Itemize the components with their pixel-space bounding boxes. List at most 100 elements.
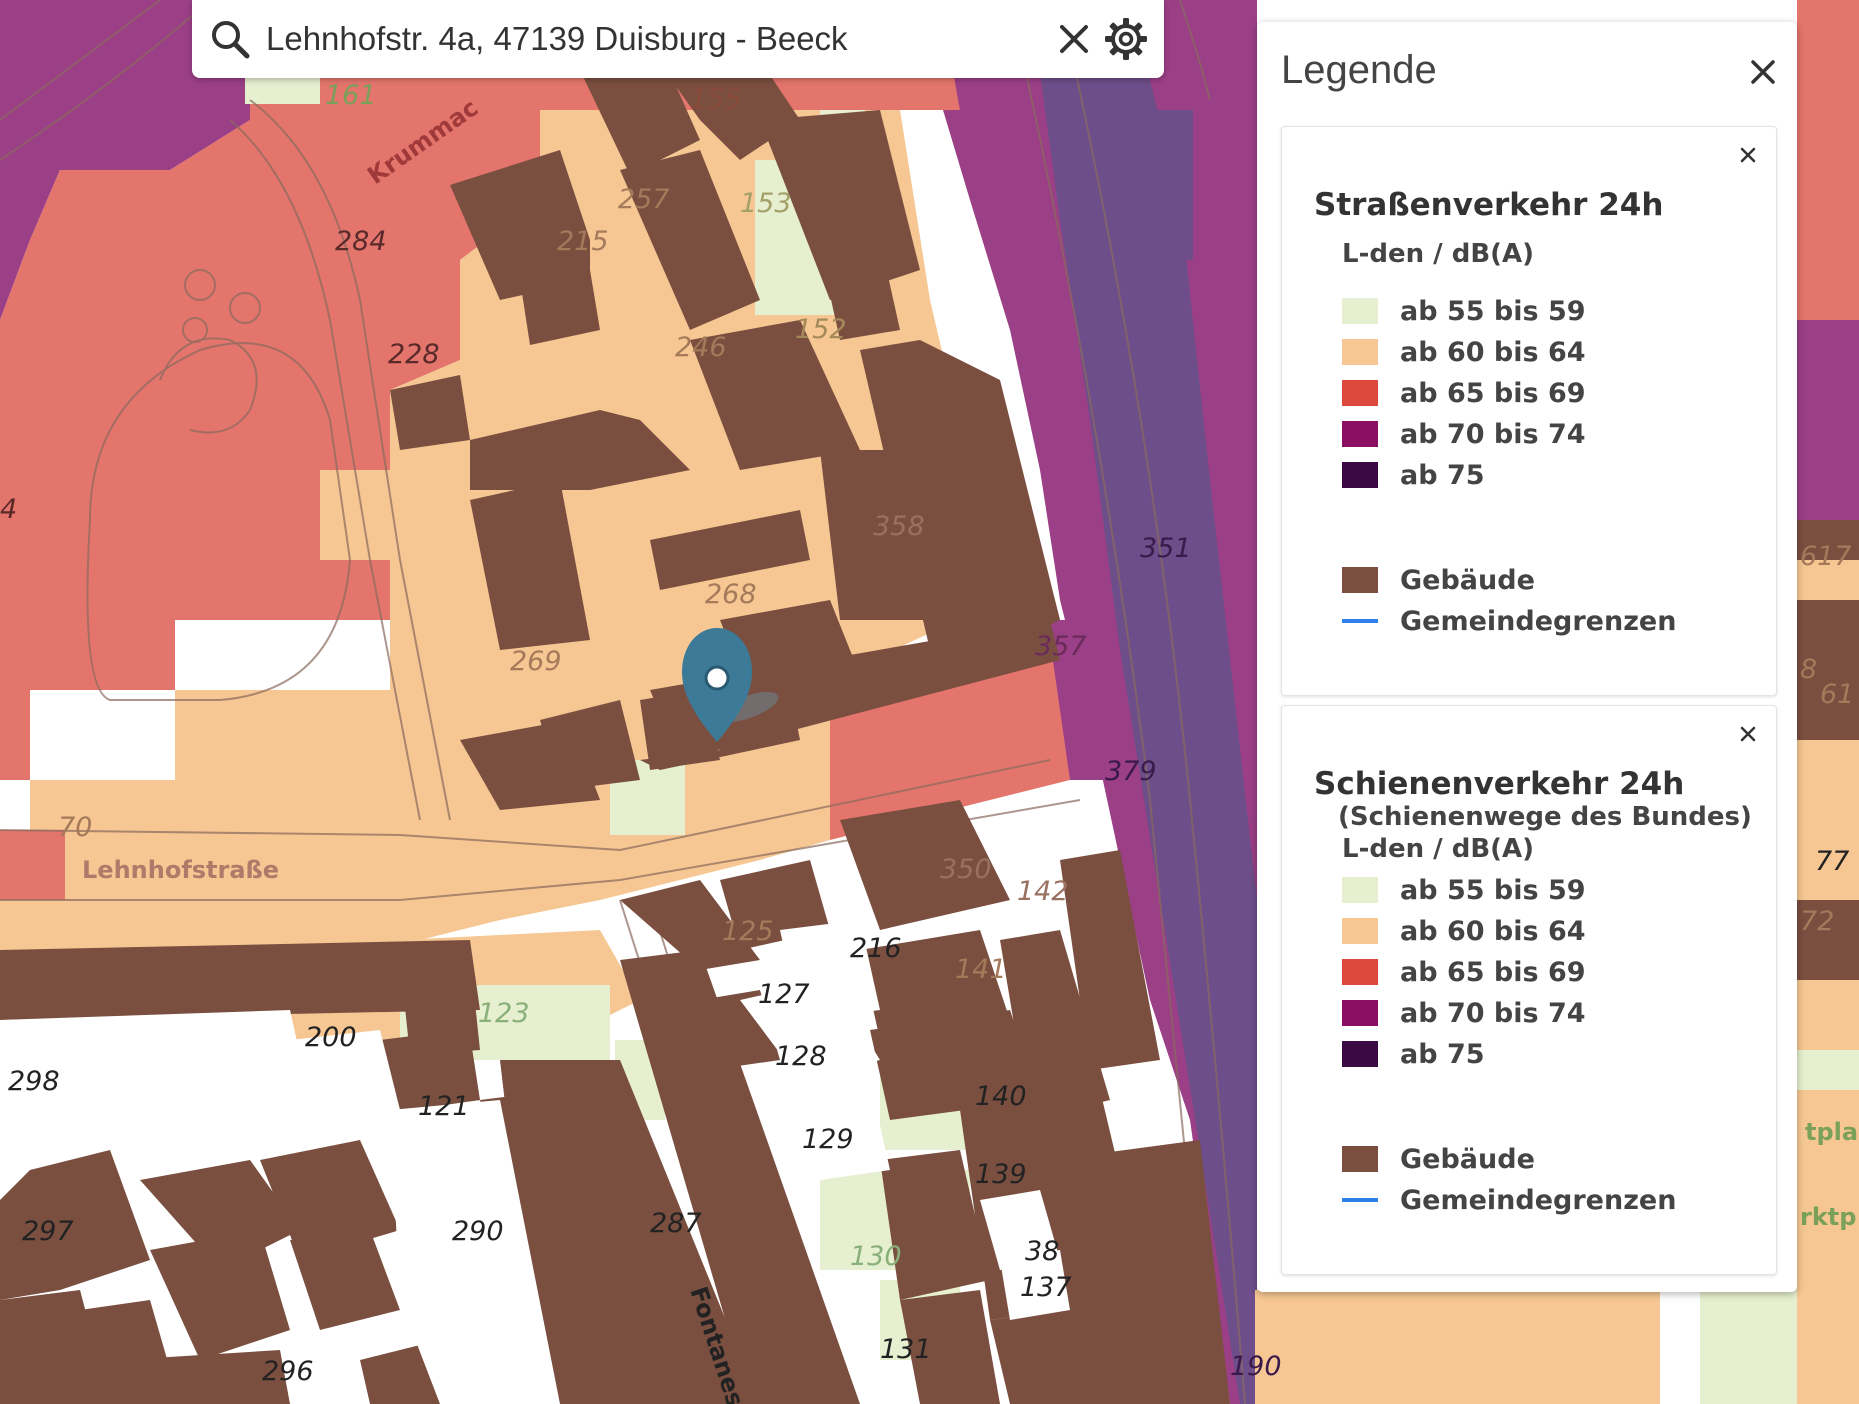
- legend-title: Legende: [1281, 48, 1437, 92]
- legend-item: ab 70 bis 74: [1342, 414, 1586, 454]
- clear-search-button[interactable]: [1050, 15, 1098, 63]
- parcel-label: 140: [975, 1081, 1027, 1112]
- parcel-label: 8: [1800, 654, 1817, 685]
- parcel-label: 152: [795, 314, 847, 345]
- parcel-label: 228: [388, 339, 440, 370]
- close-icon: [1751, 60, 1775, 84]
- parcel-label: 161: [325, 80, 377, 111]
- address-search-input[interactable]: [266, 9, 1050, 69]
- parcel-label: 216: [850, 933, 902, 964]
- parcel-label: 284: [335, 226, 387, 257]
- legend-item-label: ab 55 bis 59: [1400, 295, 1586, 327]
- legend-item-label: ab 70 bis 74: [1400, 418, 1586, 450]
- legend-item-label: ab 70 bis 74: [1400, 997, 1586, 1029]
- legend-swatch: [1342, 298, 1378, 324]
- card-unit: L-den / dB(A): [1342, 239, 1535, 269]
- parcel-label: 72: [1800, 906, 1834, 937]
- parcel-label: 297: [22, 1216, 74, 1247]
- legend-swatch: [1342, 619, 1378, 623]
- parcel-label: 128: [775, 1041, 827, 1072]
- close-card-button[interactable]: [1732, 718, 1764, 750]
- legend-item: ab 75: [1342, 455, 1485, 495]
- legend-item: Gebäude: [1342, 560, 1535, 600]
- parcel-label: 190: [1230, 1351, 1282, 1382]
- close-legend-button[interactable]: [1743, 52, 1783, 92]
- search-icon[interactable]: [206, 15, 254, 63]
- legend-item-label: Gemeindegrenzen: [1400, 1184, 1677, 1216]
- parcel-label: 298: [8, 1066, 60, 1097]
- legend-item: ab 55 bis 59: [1342, 291, 1586, 331]
- legend-item-label: ab 75: [1400, 1038, 1485, 1070]
- close-icon: [1740, 726, 1756, 742]
- parcel-label: 123: [478, 998, 530, 1029]
- parcel-label: 130: [850, 1241, 902, 1272]
- parcel-label: 38: [1025, 1236, 1059, 1267]
- parcel-label: 77: [1815, 846, 1849, 877]
- settings-button[interactable]: [1102, 15, 1150, 63]
- legend-item: ab 55 bis 59: [1342, 870, 1586, 910]
- legend-item: ab 60 bis 64: [1342, 332, 1586, 372]
- legend-item: ab 70 bis 74: [1342, 993, 1586, 1033]
- legend-item: ab 65 bis 69: [1342, 373, 1586, 413]
- street-label-markt-b: rktp: [1800, 1203, 1856, 1231]
- parcel-label: 296: [262, 1356, 314, 1387]
- parcel-label: 350: [940, 854, 992, 885]
- card-title: Straßenverkehr 24h: [1314, 187, 1664, 223]
- legend-swatch: [1342, 877, 1378, 903]
- legend-swatch: [1342, 1000, 1378, 1026]
- street-label-markt-a: tpla: [1805, 1118, 1858, 1146]
- legend-swatch: [1342, 339, 1378, 365]
- parcel-label: 617: [1800, 541, 1852, 572]
- parcel-label: 129: [802, 1124, 854, 1155]
- legend-item: Gebäude: [1342, 1139, 1535, 1179]
- card-subtitle: (Schienenwege des Bundes): [1338, 802, 1752, 832]
- parcel-label: 351: [1140, 533, 1192, 564]
- legend-item-label: ab 75: [1400, 459, 1485, 491]
- parcel-label: 70: [58, 812, 92, 843]
- parcel-label: 200: [305, 1022, 357, 1053]
- parcel-label: 139: [975, 1159, 1027, 1190]
- close-card-button[interactable]: [1732, 139, 1764, 171]
- legend-item-label: Gemeindegrenzen: [1400, 605, 1677, 637]
- legend-item-label: ab 55 bis 59: [1400, 874, 1586, 906]
- parcel-label: 379: [1105, 756, 1157, 787]
- gear-icon: [1105, 18, 1147, 60]
- parcel-label: 155: [690, 84, 742, 115]
- parcel-label: 125: [722, 916, 774, 947]
- legend-swatch: [1342, 462, 1378, 488]
- parcel-label: 61: [1820, 679, 1854, 710]
- parcel-label: 4: [0, 494, 17, 525]
- parcel-label: 268: [705, 579, 757, 610]
- legend-item-label: Gebäude: [1400, 1143, 1535, 1175]
- legend-swatch: [1342, 1198, 1378, 1202]
- legend-item: Gemeindegrenzen: [1342, 601, 1676, 641]
- parcel-label: 137: [1020, 1272, 1072, 1303]
- legend-swatch: [1342, 421, 1378, 447]
- legend-card-road-traffic: Straßenverkehr 24h L-den / dB(A) ab 55 b…: [1281, 126, 1777, 696]
- close-icon: [1060, 25, 1088, 53]
- legend-swatch: [1342, 1146, 1378, 1172]
- legend-swatch: [1342, 959, 1378, 985]
- legend-swatch: [1342, 380, 1378, 406]
- parcel-label: 127: [758, 979, 810, 1010]
- legend-header: Legende: [1257, 22, 1797, 122]
- legend-item-label: ab 65 bis 69: [1400, 377, 1586, 409]
- search-bar: [192, 0, 1164, 78]
- parcel-label: 131: [880, 1334, 932, 1365]
- parcel-label: 290: [452, 1216, 504, 1247]
- parcel-label: 215: [557, 226, 609, 257]
- legend-swatch: [1342, 567, 1378, 593]
- legend-item-label: ab 65 bis 69: [1400, 956, 1586, 988]
- parcel-label: 142: [1017, 876, 1069, 907]
- legend-item: ab 65 bis 69: [1342, 952, 1586, 992]
- legend-item: ab 75: [1342, 1034, 1485, 1074]
- parcel-label: 121: [418, 1091, 470, 1122]
- parcel-label: 141: [955, 954, 1007, 985]
- parcel-label: 269: [510, 646, 562, 677]
- parcel-label: 357: [1035, 631, 1087, 662]
- parcel-label: 358: [873, 511, 925, 542]
- parcel-label: 287: [650, 1208, 702, 1239]
- card-title: Schienenverkehr 24h: [1314, 766, 1685, 802]
- legend-swatch: [1342, 918, 1378, 944]
- legend-panel: Legende Straßenverkehr 24h L-den / dB(A)…: [1257, 22, 1797, 1292]
